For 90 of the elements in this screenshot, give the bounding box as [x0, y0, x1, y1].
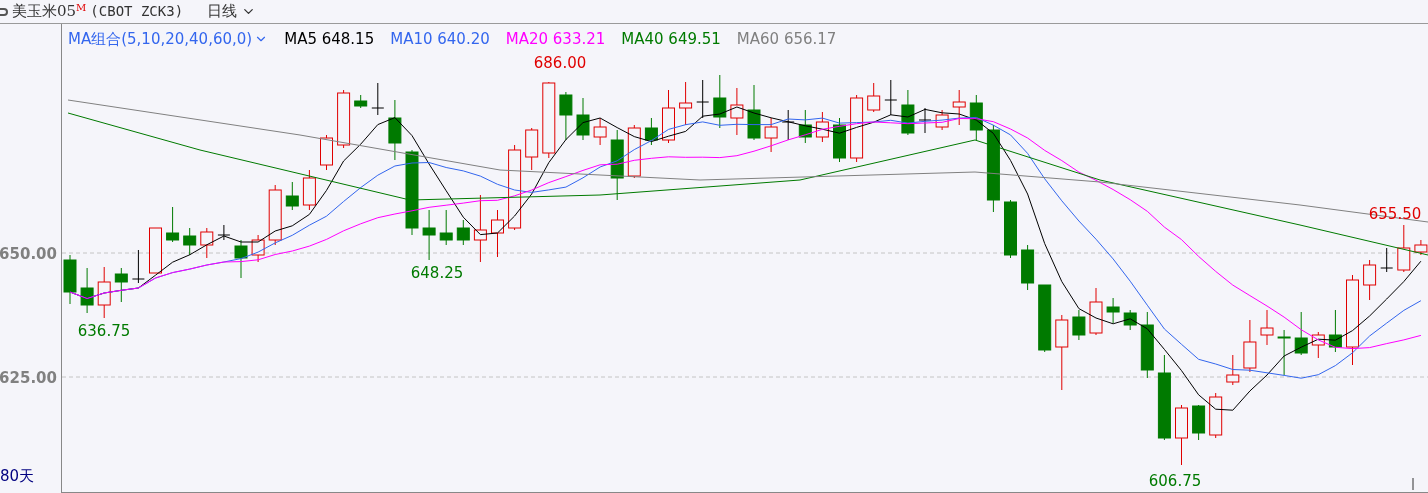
candlestick [1397, 224, 1411, 273]
candlestick [713, 74, 727, 129]
candlestick [1209, 392, 1223, 439]
candlestick [815, 111, 829, 143]
candlestick [1328, 309, 1342, 353]
price-annotation: 606.75 [1148, 471, 1202, 492]
candlestick [901, 89, 915, 136]
candlestick [1294, 311, 1308, 356]
candlestick [576, 97, 590, 141]
candlestick [1260, 309, 1274, 346]
candlestick [1089, 287, 1103, 336]
y-axis-label: 625.00 [0, 368, 57, 389]
candlestick [867, 82, 881, 113]
candlestick [952, 89, 966, 126]
candlestick [525, 127, 539, 171]
candlestick [320, 134, 333, 171]
candlestick [439, 209, 453, 246]
candlestick [1311, 331, 1325, 359]
tick-mark [1412, 477, 1414, 491]
candlestick [149, 227, 162, 274]
candlestick [1226, 354, 1240, 386]
ma-legend-value: MA10 640.20 [390, 29, 490, 50]
candlestick [918, 107, 932, 134]
candlestick [63, 254, 77, 305]
candlestick [781, 109, 795, 141]
candlestick [183, 227, 197, 256]
candlestick [833, 117, 846, 163]
candlestick [627, 124, 641, 179]
price-annotation: 655.50 [1368, 204, 1422, 225]
candlestick [371, 82, 385, 116]
candlestick [251, 234, 265, 263]
candlestick [354, 94, 368, 109]
symbol-code: (CBOT ZCK3) [90, 2, 184, 21]
candlestick [388, 99, 402, 161]
candlestick [166, 206, 180, 243]
candlestick [200, 227, 214, 259]
candlestick [80, 267, 94, 314]
ma-legend-value: MA40 649.51 [621, 29, 721, 50]
candlestick [747, 84, 761, 141]
candlestick [1277, 329, 1291, 376]
symbol-title: 美玉米05$^{M}$ [12, 1, 87, 23]
candlestick [1004, 199, 1017, 259]
candlestick [593, 117, 607, 146]
ma-legend-value: MA60 656.17 [736, 29, 837, 50]
candlestick [97, 266, 111, 319]
price-annotation: 648.25 [410, 263, 464, 284]
candlestick [473, 194, 487, 263]
candlestick [969, 94, 983, 141]
price-annotation: 636.75 [77, 321, 131, 342]
candlestick [798, 109, 812, 144]
candlestick [559, 91, 573, 141]
candlestick [456, 219, 470, 246]
candlestick [491, 209, 504, 258]
range-label: 80天 [0, 465, 35, 487]
candlestick [114, 267, 128, 303]
candlestick [1243, 319, 1257, 373]
candlestick [268, 184, 282, 246]
candlestick [302, 169, 316, 211]
candlestick [1175, 404, 1188, 466]
ma-legend-value: MA20 633.21 [505, 29, 606, 50]
candlestick [662, 89, 675, 144]
candlestick [1363, 259, 1377, 301]
candlestick [1106, 297, 1120, 324]
candlestick [935, 109, 949, 131]
candlestick [1038, 284, 1052, 353]
price-annotation: 686.00 [533, 53, 587, 74]
candlestick [422, 209, 436, 261]
candlestick [679, 81, 693, 126]
ma-legend-value: MA5 648.15 [284, 29, 375, 50]
candlestick [696, 79, 710, 119]
candlestick [285, 181, 299, 211]
candlestick [337, 89, 351, 149]
candlestick [764, 117, 778, 153]
candlestick [1072, 309, 1086, 341]
candlestick [644, 117, 658, 146]
candlestick [884, 79, 898, 116]
candlestick [217, 224, 231, 241]
y-axis-label: 650.00 [0, 244, 57, 265]
candlestick [610, 129, 624, 201]
candlestick [1123, 309, 1137, 331]
candlestick [234, 239, 248, 279]
candlestick [1192, 404, 1206, 441]
ma-selector-dropdown[interactable]: MA组合(5,10,20,40,60,0) [68, 28, 269, 51]
candlestick [850, 94, 864, 163]
candlestick [131, 249, 145, 284]
candlestick [730, 87, 744, 136]
period-dropdown[interactable]: 日线 [207, 0, 257, 23]
candlestick [1380, 247, 1394, 273]
candlestick [1140, 311, 1154, 379]
candlestick [1021, 244, 1035, 291]
